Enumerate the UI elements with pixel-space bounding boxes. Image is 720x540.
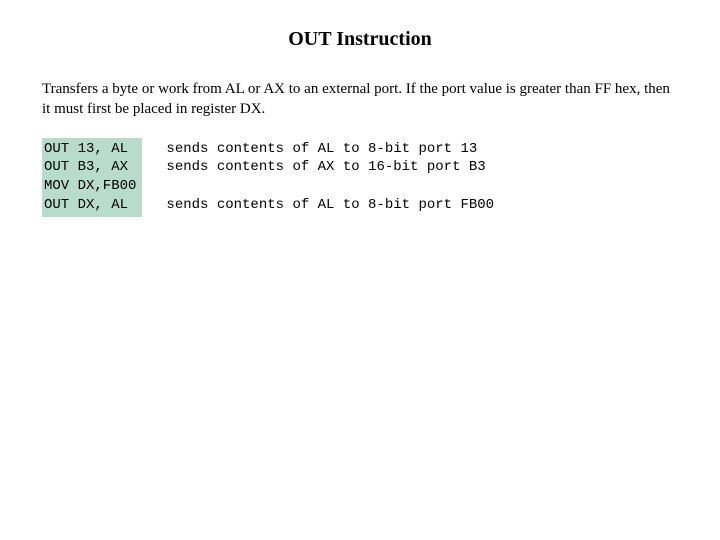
page-title: OUT Instruction — [42, 28, 678, 51]
code-block: OUT 13, AL OUT B3, AX MOV DX,FB00 OUT DX… — [42, 138, 142, 218]
example-row: OUT 13, AL OUT B3, AX MOV DX,FB00 OUT DX… — [42, 138, 678, 218]
explanation-block: sends contents of AL to 8-bit port 13 se… — [142, 138, 494, 218]
description-text: Transfers a byte or work from AL or AX t… — [42, 79, 678, 120]
slide-page: OUT Instruction Transfers a byte or work… — [0, 0, 720, 217]
